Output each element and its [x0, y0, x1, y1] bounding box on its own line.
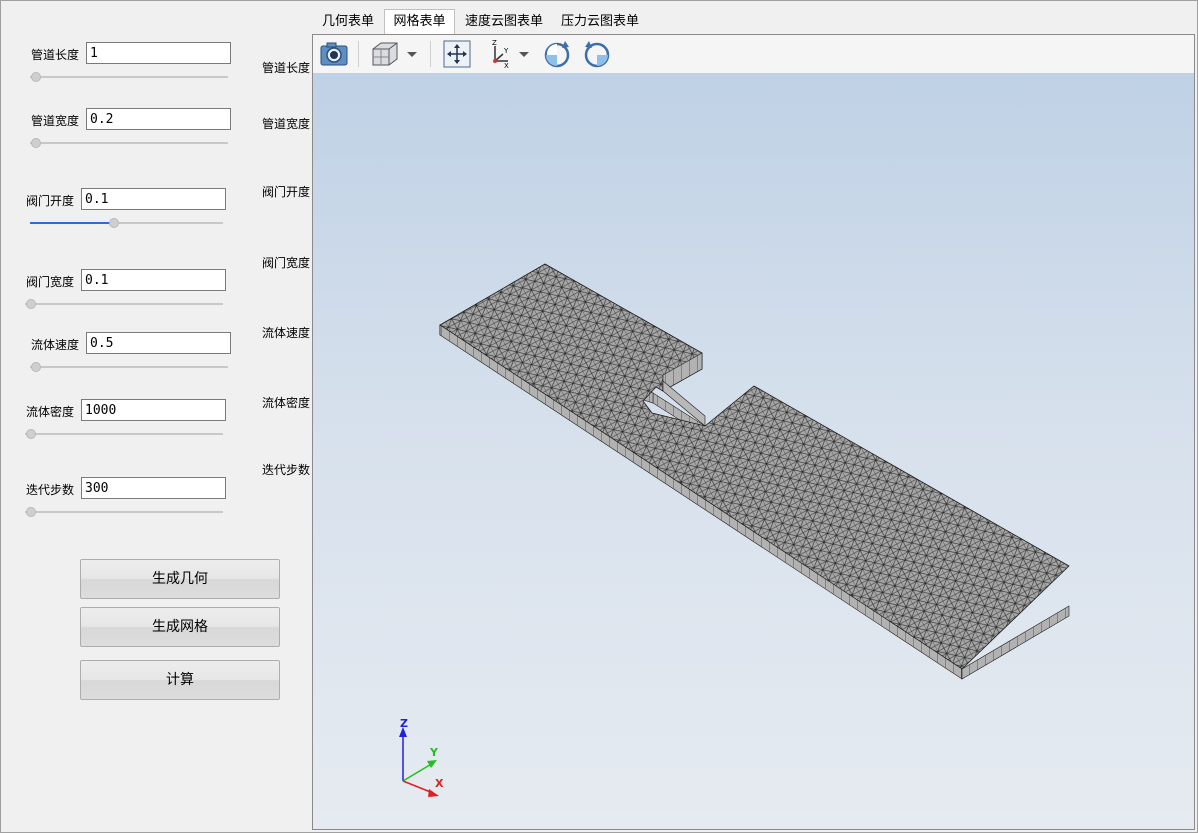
view-cube-icon[interactable] [369, 39, 401, 69]
generate-mesh-button[interactable]: 生成网格 [80, 607, 280, 647]
slider-thumb[interactable] [26, 429, 36, 439]
slider-track [25, 433, 223, 435]
iteration-steps-slider[interactable] [25, 506, 223, 518]
slider-track [25, 511, 223, 513]
valve-opening-input[interactable] [81, 188, 226, 210]
dropdown-arrow-icon[interactable] [517, 39, 531, 69]
toolbar-separator [358, 41, 359, 67]
param-label-valve-opening: 阀门开度 [26, 194, 75, 208]
fluid-density-slider[interactable] [25, 428, 223, 440]
tab-geometry[interactable]: 几何表单 [316, 10, 380, 34]
mid-label: 阀门宽度 [262, 256, 311, 270]
axis-label-x: X [435, 777, 444, 790]
toolbar-separator [430, 41, 431, 67]
fluid-velocity-slider[interactable] [30, 361, 228, 373]
camera-icon[interactable] [318, 39, 350, 69]
svg-text:Y: Y [503, 47, 509, 55]
tab-mesh[interactable]: 网格表单 [384, 9, 455, 35]
mesh-viewer[interactable]: Z Y X Z Y X [312, 34, 1195, 830]
mid-label: 流体密度 [262, 396, 311, 410]
slider-thumb[interactable] [31, 138, 41, 148]
generate-geometry-button[interactable]: 生成几何 [80, 559, 280, 599]
mid-label: 管道长度 [262, 61, 311, 75]
slider-thumb[interactable] [109, 218, 119, 228]
fluid-velocity-input[interactable] [86, 332, 231, 354]
mid-label: 迭代步数 [262, 463, 311, 477]
valve-width-input[interactable] [81, 269, 226, 291]
param-label-fluid-density: 流体密度 [26, 405, 75, 419]
param-label-pipe-length: 管道长度 [31, 48, 80, 62]
fluid-density-input[interactable] [81, 399, 226, 421]
svg-text:Z: Z [492, 39, 497, 47]
slider-track [30, 76, 228, 78]
compute-button[interactable]: 计算 [80, 660, 280, 700]
param-label-iteration-steps: 迭代步数 [26, 483, 75, 497]
axis-label-y: Y [429, 746, 439, 759]
param-label-fluid-velocity: 流体速度 [31, 338, 80, 352]
pipe-width-slider[interactable] [30, 137, 228, 149]
valve-opening-slider[interactable] [30, 217, 223, 229]
fit-view-icon[interactable] [441, 39, 473, 69]
mesh-canvas[interactable]: Z Y X [313, 73, 1194, 829]
iteration-steps-input[interactable] [81, 477, 226, 499]
mid-label: 阀门开度 [262, 185, 311, 199]
axes-orientation-icon[interactable]: Z Y X [483, 39, 515, 69]
slider-track [25, 303, 223, 305]
slider-track [30, 142, 228, 144]
axes-triad: Z Y X [399, 719, 444, 797]
valve-width-slider[interactable] [25, 298, 223, 310]
slider-thumb[interactable] [31, 72, 41, 82]
slider-fill [30, 222, 114, 224]
slider-thumb[interactable] [31, 362, 41, 372]
param-label-pipe-width: 管道宽度 [31, 114, 80, 128]
slider-track [30, 366, 228, 368]
svg-text:X: X [504, 62, 509, 69]
rotate-clockwise-icon[interactable] [541, 39, 573, 69]
mid-label: 流体速度 [262, 326, 311, 340]
param-label-valve-width: 阀门宽度 [26, 275, 75, 289]
axis-label-z: Z [400, 719, 408, 730]
pipe-length-input[interactable] [86, 42, 231, 64]
slider-thumb[interactable] [26, 507, 36, 517]
tab-pressure-contour[interactable]: 压力云图表单 [558, 10, 642, 34]
rotate-counterclockwise-icon[interactable] [581, 39, 613, 69]
viewer-toolbar: Z Y X [313, 35, 1194, 74]
tab-velocity-contour[interactable]: 速度云图表单 [462, 10, 546, 34]
slider-thumb[interactable] [26, 299, 36, 309]
mesh-geometry [439, 263, 1070, 680]
pipe-length-slider[interactable] [30, 71, 228, 83]
mid-label: 管道宽度 [262, 117, 311, 131]
pipe-width-input[interactable] [86, 108, 231, 130]
dropdown-arrow-icon[interactable] [405, 39, 419, 69]
